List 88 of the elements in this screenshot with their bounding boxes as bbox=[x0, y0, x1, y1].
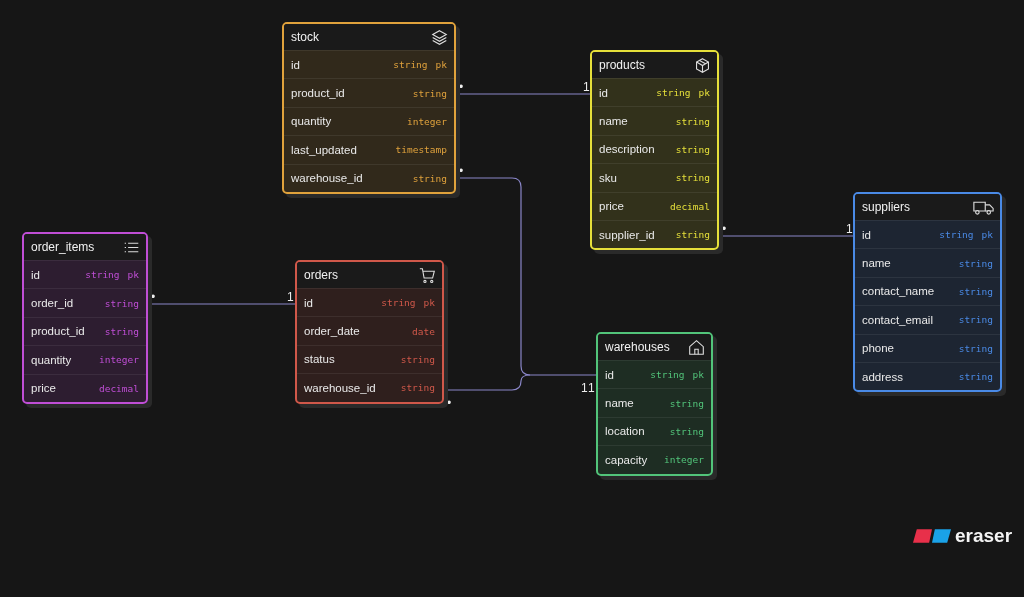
field-name: order_date bbox=[304, 325, 360, 338]
key-label: pk bbox=[423, 297, 435, 309]
cart-icon bbox=[419, 266, 436, 284]
field-name: id bbox=[291, 58, 300, 71]
field-name: supplier_id bbox=[599, 228, 655, 241]
field-type: timestamp bbox=[395, 144, 447, 156]
house-icon bbox=[688, 338, 705, 356]
field-type: string bbox=[412, 87, 447, 99]
cardinality-label: • bbox=[151, 290, 156, 304]
field-type: string bbox=[958, 257, 993, 269]
field-name: name bbox=[605, 397, 634, 410]
field-name: warehouse_id bbox=[291, 172, 363, 185]
field-name: warehouse_id bbox=[304, 381, 376, 394]
field-type: string bbox=[675, 229, 710, 241]
field-type: string bbox=[393, 59, 428, 71]
field-name: product_id bbox=[291, 87, 345, 100]
cardinality-label: 1 bbox=[588, 381, 595, 395]
cardinality-label: • bbox=[459, 164, 464, 178]
field-type: string bbox=[104, 297, 139, 309]
logo-text: eraser bbox=[955, 525, 1013, 547]
field-name: id bbox=[599, 86, 608, 99]
table-title: stock bbox=[291, 30, 319, 44]
field-type: string bbox=[85, 269, 120, 281]
field-type: string bbox=[675, 172, 710, 184]
field-name: price bbox=[31, 382, 56, 395]
field-type: string bbox=[650, 369, 685, 381]
field-type: date bbox=[412, 325, 435, 337]
field-name: last_updated bbox=[291, 143, 357, 156]
table-title: products bbox=[599, 58, 646, 72]
cardinality-label: 1 bbox=[287, 290, 294, 304]
field-type: decimal bbox=[669, 200, 710, 212]
field-name: id bbox=[605, 368, 614, 381]
field-type: integer bbox=[663, 454, 704, 466]
cardinality-label: • bbox=[447, 396, 452, 410]
field-name: price bbox=[599, 200, 624, 213]
field-name: id bbox=[31, 268, 40, 281]
table-title: order_items bbox=[31, 240, 95, 254]
field-type: integer bbox=[406, 115, 447, 127]
field-name: phone bbox=[862, 342, 894, 355]
field-type: integer bbox=[98, 354, 139, 366]
field-type: string bbox=[669, 397, 704, 409]
field-type: string bbox=[669, 425, 704, 437]
field-name: sku bbox=[599, 171, 617, 184]
field-name: name bbox=[599, 115, 628, 128]
field-type: string bbox=[958, 371, 993, 383]
field-type: decimal bbox=[98, 382, 139, 394]
field-name: capacity bbox=[605, 453, 648, 466]
field-name: location bbox=[605, 425, 645, 438]
cardinality-label: 1 bbox=[583, 80, 590, 94]
cube-icon bbox=[694, 56, 711, 74]
field-type: string bbox=[675, 143, 710, 155]
field-type: string bbox=[958, 342, 993, 354]
field-name: contact_email bbox=[862, 313, 933, 326]
table-title: warehouses bbox=[605, 340, 670, 354]
field-name: address bbox=[862, 370, 903, 383]
key-label: pk bbox=[435, 59, 447, 71]
cardinality-label: 1 bbox=[846, 222, 853, 236]
field-type: string bbox=[400, 353, 435, 365]
field-type: string bbox=[104, 325, 139, 337]
field-type: string bbox=[412, 172, 447, 184]
table-title: orders bbox=[304, 268, 338, 282]
field-name: quantity bbox=[291, 115, 332, 128]
field-name: id bbox=[304, 296, 313, 309]
field-type: string bbox=[656, 87, 691, 99]
table-title: suppliers bbox=[862, 200, 911, 214]
field-type: string bbox=[675, 115, 710, 127]
field-name: id bbox=[862, 228, 871, 241]
field-name: order_id bbox=[31, 297, 74, 310]
key-label: pk bbox=[981, 229, 993, 241]
key-label: pk bbox=[127, 269, 139, 281]
key-label: pk bbox=[698, 87, 710, 99]
field-name: product_id bbox=[31, 325, 85, 338]
cardinality-label: • bbox=[722, 222, 727, 236]
field-type: string bbox=[958, 314, 993, 326]
layers-icon bbox=[431, 28, 448, 46]
cardinality-label: • bbox=[459, 80, 464, 94]
key-label: pk bbox=[692, 369, 704, 381]
logo-icon bbox=[913, 529, 951, 543]
field-name: name bbox=[862, 257, 891, 270]
field-type: string bbox=[400, 382, 435, 394]
field-type: string bbox=[939, 229, 974, 241]
field-name: description bbox=[599, 143, 655, 156]
cardinality-label: 1 bbox=[581, 381, 588, 395]
field-name: quantity bbox=[31, 353, 72, 366]
field-name: contact_name bbox=[862, 285, 935, 298]
field-type: string bbox=[381, 297, 416, 309]
field-type: string bbox=[958, 285, 993, 297]
field-name: status bbox=[304, 353, 335, 366]
